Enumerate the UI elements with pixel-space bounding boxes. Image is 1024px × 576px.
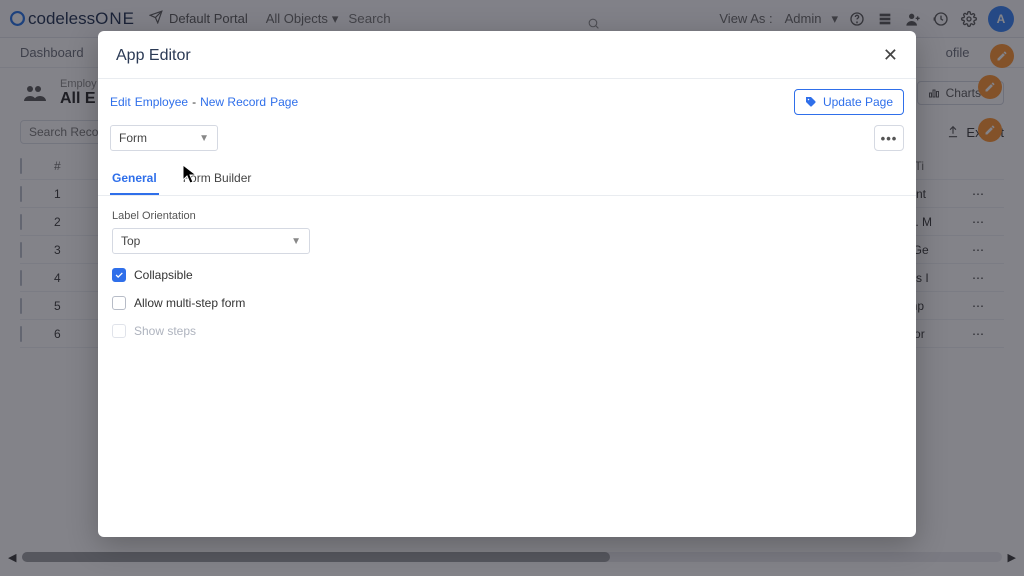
showsteps-checkbox [112, 324, 126, 338]
modal-header: App Editor ✕ [98, 31, 916, 79]
collapsible-checkbox[interactable] [112, 268, 126, 282]
chevron-down-icon: ▼ [199, 133, 209, 144]
tab-general[interactable]: General [110, 165, 159, 195]
crumb-final[interactable]: Page [270, 95, 298, 109]
breadcrumb: Edit Employee - New Record Page [110, 95, 298, 109]
component-select[interactable]: Form ▼ [110, 125, 218, 151]
app-editor-modal: App Editor ✕ Edit Employee - New Record … [98, 31, 916, 537]
tab-form-builder[interactable]: Form Builder [181, 165, 254, 195]
breadcrumb-sep: - [192, 95, 196, 109]
chevron-down-icon: ▼ [291, 236, 301, 247]
label-orientation-select[interactable]: Top ▼ [112, 228, 310, 254]
modal-body: Label Orientation Top ▼ Collapsible Allo… [98, 196, 916, 352]
component-select-row: Form ▼ ••• [98, 119, 916, 165]
close-icon[interactable]: ✕ [883, 45, 898, 66]
showsteps-label: Show steps [134, 324, 196, 338]
crumb-edit[interactable]: Edit [110, 95, 131, 109]
crumb-object[interactable]: Employee [135, 95, 188, 109]
multistep-label: Allow multi-step form [134, 296, 245, 310]
modal-title-text: App Editor [116, 47, 191, 65]
multistep-row[interactable]: Allow multi-step form [112, 296, 902, 310]
more-actions-button[interactable]: ••• [874, 125, 904, 151]
tag-icon [805, 96, 817, 108]
update-page-button[interactable]: Update Page [794, 89, 904, 115]
collapsible-label: Collapsible [134, 268, 193, 282]
collapsible-row[interactable]: Collapsible [112, 268, 902, 282]
crumb-page[interactable]: New Record [200, 95, 266, 109]
label-orientation-label: Label Orientation [112, 210, 902, 222]
multistep-checkbox[interactable] [112, 296, 126, 310]
showsteps-row: Show steps [112, 324, 902, 338]
modal-tabs: General Form Builder [98, 165, 916, 196]
modal-subheader: Edit Employee - New Record Page Update P… [98, 79, 916, 119]
